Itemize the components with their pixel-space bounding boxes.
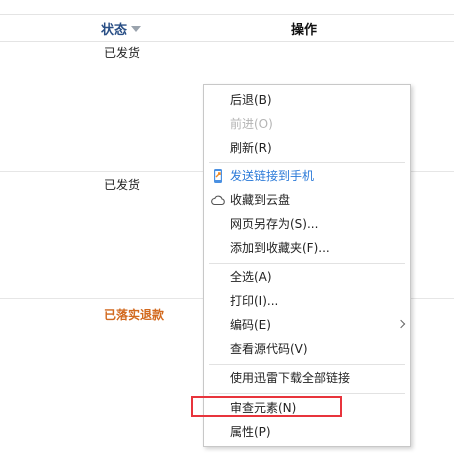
menu-item-back[interactable]: 后退(B) (204, 89, 410, 111)
menu-item-forward[interactable]: 前进(O) (204, 113, 410, 135)
menu-item-select-all[interactable]: 全选(A) (204, 266, 410, 288)
menu-item-label: 使用迅雷下载全部链接 (230, 371, 351, 385)
phone-send-icon (214, 169, 222, 183)
menu-separator (209, 263, 405, 264)
order-status-cell: 已发货 (104, 46, 141, 60)
menu-item-print[interactable]: 打印(I)... (204, 290, 410, 312)
menu-item-save-page-as[interactable]: 网页另存为(S)... (204, 213, 410, 235)
menu-item-refresh[interactable]: 刷新(R) (204, 137, 410, 159)
menu-item-label: 编码(E) (230, 318, 271, 332)
menu-item-send-link-to-phone[interactable]: 发送链接到手机 (204, 165, 410, 187)
menu-separator (209, 162, 405, 163)
menu-item-add-to-favorites[interactable]: 添加到收藏夹(F)... (204, 237, 410, 259)
menu-item-label: 前进(O) (230, 117, 273, 131)
menu-separator (209, 364, 405, 365)
menu-item-save-to-cloud[interactable]: 收藏到云盘 (204, 189, 410, 211)
order-status-cell: 已发货 (104, 178, 141, 192)
menu-item-label: 添加到收藏夹(F)... (230, 241, 330, 255)
cloud-icon (211, 195, 225, 206)
menu-item-label: 查看源代码(V) (230, 342, 308, 356)
column-header-action: 操作 (291, 23, 318, 38)
menu-item-label: 收藏到云盘 (230, 193, 291, 207)
menu-separator (209, 393, 405, 394)
menu-item-thunder-download-all[interactable]: 使用迅雷下载全部链接 (204, 367, 410, 389)
menu-item-label: 后退(B) (230, 93, 272, 107)
menu-item-properties[interactable]: 属性(P) (204, 421, 410, 443)
menu-item-label: 发送链接到手机 (230, 169, 315, 183)
browser-context-menu: 后退(B) 前进(O) 刷新(R) 发送链接到手机 收藏到云盘 网页另存为(S)… (203, 84, 411, 447)
annotation-highlight-box (191, 396, 342, 417)
chevron-right-icon (396, 319, 406, 329)
table-header: 状态 操作 (0, 14, 454, 42)
menu-item-view-source[interactable]: 查看源代码(V) (204, 338, 410, 360)
menu-item-label: 网页另存为(S)... (230, 217, 319, 231)
menu-item-label: 全选(A) (230, 270, 272, 284)
sort-down-icon[interactable] (131, 26, 141, 32)
menu-item-label: 属性(P) (230, 425, 271, 439)
menu-item-label: 打印(I)... (230, 294, 279, 308)
menu-item-label: 刷新(R) (230, 141, 272, 155)
column-header-status[interactable]: 状态 (101, 19, 127, 38)
refund-status-cell: 已落实退款 (104, 308, 165, 322)
menu-item-encoding[interactable]: 编码(E) (204, 314, 410, 336)
